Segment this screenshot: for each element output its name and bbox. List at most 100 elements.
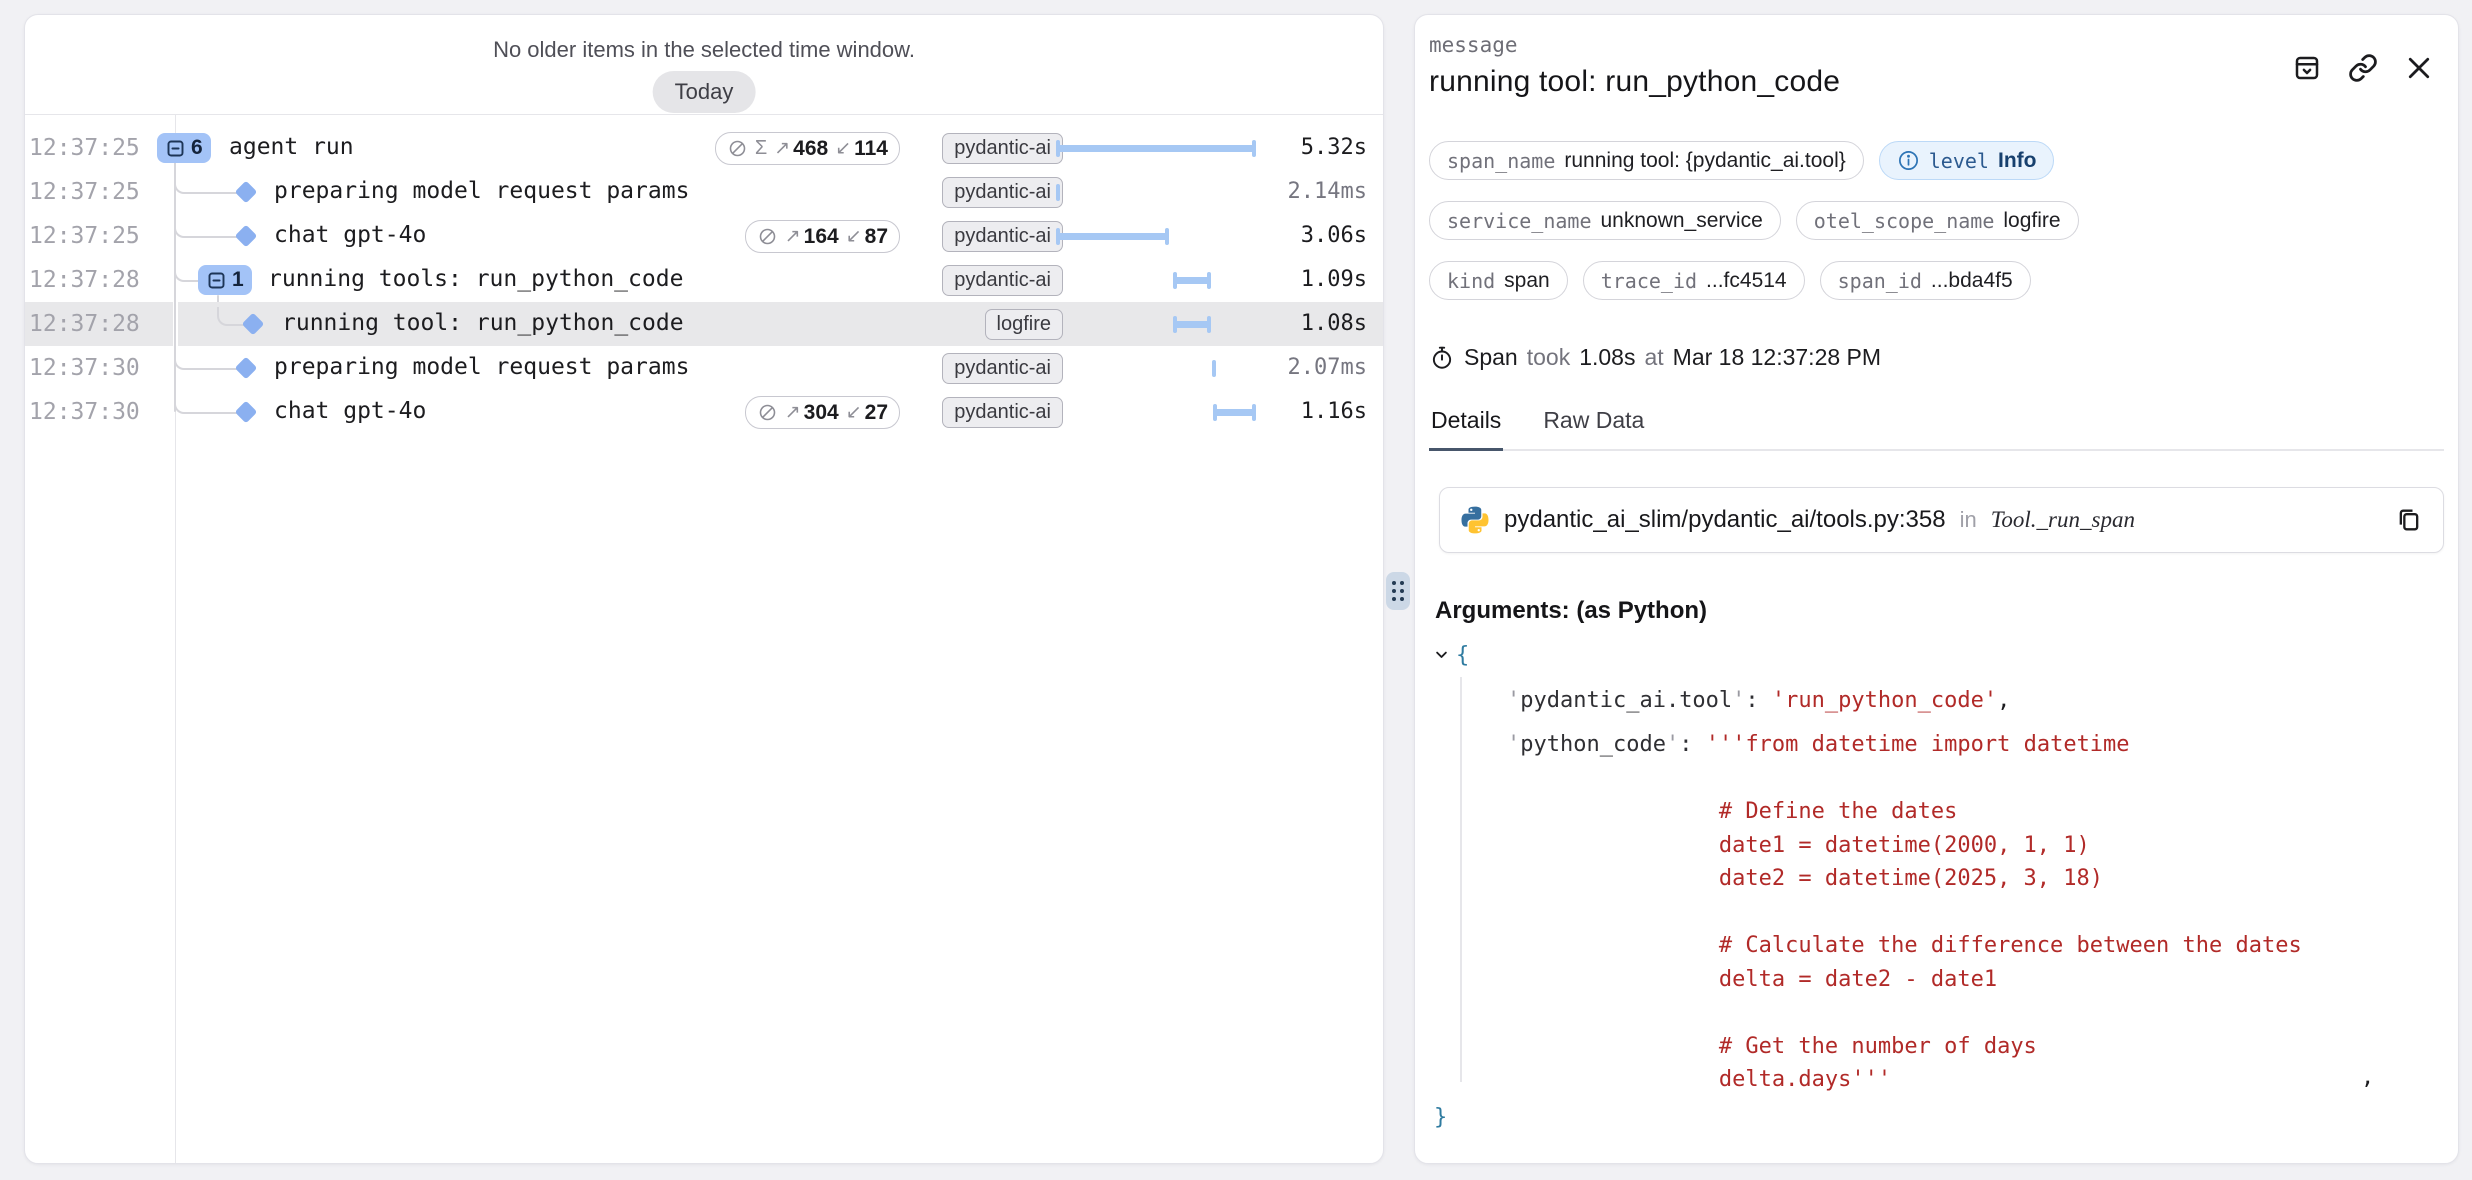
row-duration: 3.06s [1301, 223, 1367, 248]
duration-bar [1056, 233, 1169, 240]
open-brace-row: { [1434, 639, 2444, 673]
comma: , [2361, 1061, 2374, 1095]
collapse-toggle[interactable]: 6 [157, 133, 211, 163]
close-brace: } [1434, 1101, 2444, 1135]
trace-row[interactable]: 12:37:25 chat gpt-4o pydantic-ai 3.06s ↗… [25, 214, 1383, 258]
row-label: chat gpt-4o [274, 222, 426, 248]
code-location[interactable]: pydantic_ai_slim/pydantic_ai/tools.py:35… [1439, 487, 2444, 553]
row-duration: 1.16s [1301, 399, 1367, 424]
duration-bar-cap [1173, 316, 1177, 333]
token-usage-badge[interactable]: ↗164↙87 [745, 220, 900, 253]
collapse-chevron-icon[interactable] [1434, 647, 1449, 662]
row-label: running tool: run_python_code [282, 310, 684, 336]
tokens-icon [757, 402, 778, 423]
scope-tag[interactable]: pydantic-ai [942, 397, 1063, 428]
chip-value: ...bda4f5 [1931, 269, 2013, 293]
close-icon[interactable] [2404, 53, 2434, 83]
trace-panel-header: No older items in the selected time wind… [25, 15, 1383, 114]
scope-tag[interactable]: pydantic-ai [942, 265, 1063, 296]
arguments-heading: Arguments: (as Python) [1435, 597, 2444, 625]
summary-part: 1.08s [1579, 344, 1635, 371]
row-label: running tools: run_python_code [268, 266, 683, 292]
duration-bar-cap [1165, 228, 1169, 245]
trace-row[interactable]: 12:37:28 running tool: run_python_code l… [25, 302, 1383, 346]
argument-key: pydantic_ai.tool [1520, 688, 1732, 713]
argument-value: 'run_python_code' [1772, 688, 1997, 713]
chip-key: span_name [1447, 149, 1555, 173]
token-usage-badge[interactable]: ↗304↙27 [745, 396, 900, 429]
detail-tabs: Details Raw Data [1429, 407, 2444, 451]
info-circle-icon [1897, 149, 1920, 172]
chip-key: service_name [1447, 209, 1592, 233]
received-arrow-icon: ↙ [846, 401, 862, 424]
sent-arrow-icon: ↗ [785, 401, 801, 424]
tab-details[interactable]: Details [1429, 407, 1503, 451]
chip-otel_scope_name[interactable]: otel_scope_namelogfire [1796, 201, 2079, 240]
scope-tag[interactable]: pydantic-ai [942, 177, 1063, 208]
instant-tick [1212, 360, 1216, 377]
scope-tag[interactable]: pydantic-ai [942, 133, 1063, 164]
chip-span_id[interactable]: span_id...bda4f5 [1820, 261, 2031, 300]
scope-tag[interactable]: logfire [985, 309, 1063, 340]
trace-panel: No older items in the selected time wind… [24, 14, 1384, 1164]
chip-value: ...fc4514 [1706, 269, 1787, 293]
quote: ' [1507, 688, 1520, 713]
chip-level[interactable]: levelInfo [1879, 141, 2055, 180]
chip-trace_id[interactable]: trace_id ...fc4514 [1583, 261, 1805, 300]
summary-part: Mar 18 12:37:28 PM [1673, 344, 1881, 371]
row-timeline [1056, 302, 1266, 346]
chip-kind[interactable]: kindspan [1429, 261, 1568, 300]
duration-bar [1173, 321, 1211, 328]
archive-box-icon[interactable] [2292, 53, 2322, 83]
row-timeline [1056, 258, 1266, 302]
summary-part: at [1644, 344, 1663, 371]
sigma-total-icon: Σ [755, 137, 767, 160]
row-timeline [1056, 214, 1266, 258]
trace-row[interactable]: 12:37:30 chat gpt-4o pydantic-ai 1.16s ↗… [25, 390, 1383, 434]
row-duration: 5.32s [1301, 135, 1367, 160]
link-icon[interactable] [2348, 53, 2378, 83]
chip-span_name[interactable]: span_namerunning tool: {pydantic_ai.tool… [1429, 141, 1864, 180]
sent-arrow-icon: ↗ [774, 137, 790, 160]
chip-value: logfire [2003, 209, 2060, 233]
duration-bar-cap [1173, 272, 1177, 289]
trace-row[interactable]: 12:37:25 6 agent run pydantic-ai 5.32s Σ… [25, 126, 1383, 170]
today-button[interactable]: Today [653, 71, 756, 113]
minus-square-icon [165, 138, 186, 159]
copy-icon[interactable] [2395, 506, 2423, 534]
chip-service_name[interactable]: service_name unknown_service [1429, 201, 1781, 240]
summary-part: took [1527, 344, 1570, 371]
trace-row[interactable]: 12:37:25 preparing model request params … [25, 170, 1383, 214]
instant-tick [1056, 184, 1060, 201]
chip-row: kindspan trace_id ...fc4514 span_id...bda4f… [1429, 261, 2444, 300]
trace-row[interactable]: 12:37:30 preparing model request params … [25, 346, 1383, 390]
argument-value: '''from datetime import datetime # Defin… [1507, 732, 2302, 1092]
chip-value: unknown_service [1601, 209, 1763, 233]
trace-row[interactable]: 12:37:28 1 running tools: run_python_cod… [25, 258, 1383, 302]
tree-elbow-connector [174, 263, 200, 282]
tab-raw-data[interactable]: Raw Data [1541, 407, 1646, 451]
received-arrow-icon: ↙ [846, 225, 862, 248]
row-duration: 2.14ms [1288, 179, 1367, 204]
duration-bar [1056, 145, 1256, 152]
summary-part: Span [1464, 344, 1518, 371]
quote: ' [1666, 732, 1679, 757]
indent-guide-line [1460, 677, 1462, 1082]
sent-tokens: 164 [804, 225, 839, 249]
source-context: Tool._run_span [1991, 507, 2135, 533]
comma: , [1997, 688, 2010, 713]
collapse-toggle[interactable]: 1 [198, 265, 252, 295]
scope-tag[interactable]: pydantic-ai [942, 221, 1063, 252]
quote: ' [1732, 688, 1745, 713]
descendant-count: 6 [191, 136, 203, 160]
colon: : [1745, 688, 1758, 713]
duration-bar [1213, 409, 1256, 416]
token-usage-badge[interactable]: Σ↗468↙114 [715, 132, 900, 165]
chip-row: service_name unknown_service otel_scope_na… [1429, 201, 2444, 240]
source-in-label: in [1960, 507, 1977, 533]
duration-bar-cap [1207, 316, 1211, 333]
tree-elbow-connector [174, 175, 240, 194]
chip-key: trace_id [1601, 269, 1697, 293]
panel-resize-handle[interactable] [1386, 572, 1410, 610]
scope-tag[interactable]: pydantic-ai [942, 353, 1063, 384]
